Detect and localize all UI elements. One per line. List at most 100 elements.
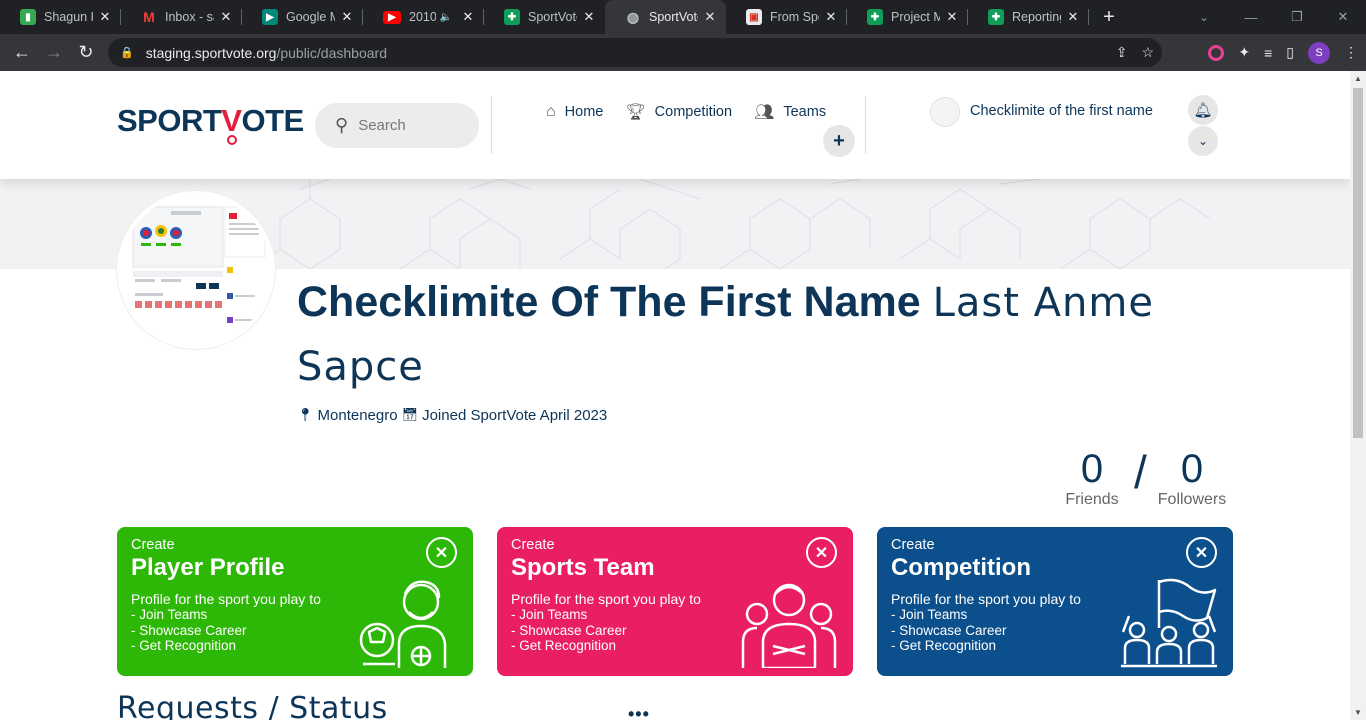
address-bar[interactable]: 🔒 staging.sportvote.org/public/dashboard… xyxy=(108,38,1162,67)
more-options-icon[interactable]: ••• xyxy=(628,704,650,720)
browser-tab[interactable]: ▶ 2010s 🔈 ✕ xyxy=(363,0,484,34)
team-group-icon xyxy=(741,583,837,668)
google-sheets-icon: ✚ xyxy=(867,9,883,25)
close-tab-icon[interactable]: ✕ xyxy=(823,9,839,25)
followers-label: Followers xyxy=(1157,491,1227,508)
create-sports-team-card[interactable]: Create Sports Team Profile for the sport… xyxy=(497,527,853,676)
minimize-icon[interactable]: — xyxy=(1228,0,1274,34)
site-header: SPORTVOTE ⚲ Search ⌂ Home 🏆︎ Competition… xyxy=(0,71,1350,179)
add-button[interactable]: + xyxy=(823,125,855,157)
nav-home[interactable]: ⌂ Home xyxy=(546,102,603,122)
browser-tab[interactable]: ✚ Reporting ✕ xyxy=(968,0,1089,34)
close-tab-icon[interactable]: ✕ xyxy=(581,9,597,25)
tab-label: Inbox - sa xyxy=(165,10,214,24)
tab-label: 2010s xyxy=(409,10,436,24)
window-controls: — ❐ ✕ xyxy=(1228,0,1366,34)
browser-tab-active[interactable]: ◍ SportVote ✕ xyxy=(605,0,726,34)
card-create-label: Create xyxy=(511,537,555,553)
close-tab-icon[interactable]: ✕ xyxy=(702,9,718,25)
notification-bell-icon[interactable]: 🔔︎ xyxy=(1188,95,1218,125)
calendar-icon: 📅︎ xyxy=(401,407,419,422)
close-icon[interactable]: ✕ xyxy=(1186,537,1217,568)
forward-icon[interactable]: → xyxy=(38,37,70,69)
profile-stats: 0 Friends / 0 Followers xyxy=(1057,446,1240,517)
page-viewport: SPORTVOTE ⚲ Search ⌂ Home 🏆︎ Competition… xyxy=(0,71,1350,720)
globe-icon: ◍ xyxy=(626,8,640,25)
lock-icon[interactable]: 🔒 xyxy=(120,46,134,59)
profile-location: Montenegro xyxy=(317,407,398,424)
search-placeholder: Search xyxy=(358,117,406,134)
url-host: staging.sportvote.org xyxy=(145,44,277,61)
browser-tab[interactable]: ▣ From Spor ✕ xyxy=(726,0,847,34)
soccer-player-icon xyxy=(359,580,447,668)
browser-tab[interactable]: ✚ Project Ma ✕ xyxy=(847,0,968,34)
close-icon[interactable]: ✕ xyxy=(426,537,457,568)
back-icon[interactable]: ← xyxy=(6,37,38,69)
map-pin-icon: 📍︎ xyxy=(297,407,314,422)
tab-search-icon[interactable]: ⌄ xyxy=(1192,0,1216,34)
browser-tab[interactable]: ✚ SportVote ✕ xyxy=(484,0,605,34)
close-tab-icon[interactable]: ✕ xyxy=(339,9,355,25)
google-chat-icon: ▮ xyxy=(20,9,36,25)
profile-avatar-image[interactable] xyxy=(117,191,275,349)
create-player-profile-card[interactable]: Create Player Profile Profile for the sp… xyxy=(117,527,473,676)
friends-count: 0 xyxy=(1080,447,1104,491)
speaker-icon[interactable]: 🔈 xyxy=(440,12,452,23)
share-icon[interactable]: ⇪ xyxy=(1116,44,1128,61)
browser-tab[interactable]: M Inbox - sa ✕ xyxy=(121,0,242,34)
requests-status-heading: Requests / Status xyxy=(117,691,388,720)
browser-tab-strip: ▮ Shagun Ku ✕ M Inbox - sa ✕ ▶ Google Me… xyxy=(0,0,1366,34)
divider xyxy=(865,96,866,154)
sportvote-logo[interactable]: SPORTVOTE xyxy=(117,103,304,145)
search-icon: ⚲ xyxy=(335,115,349,135)
page-scrollbar[interactable]: ▲ ▼ xyxy=(1350,71,1366,720)
tab-label: From Spor xyxy=(770,10,819,24)
friends-label: Friends xyxy=(1065,491,1119,508)
reload-icon[interactable]: ↻ xyxy=(70,37,102,69)
profile-first-name: Checklimite Of The First Name xyxy=(297,278,921,326)
close-window-icon[interactable]: ✕ xyxy=(1320,0,1366,34)
scroll-down-icon[interactable]: ▼ xyxy=(1350,708,1366,717)
friends-stat[interactable]: 0 Friends xyxy=(1057,447,1127,509)
tab-label: Project Ma xyxy=(891,10,940,24)
stats-divider: / xyxy=(1134,446,1147,498)
extensions-puzzle-icon[interactable]: ✦ xyxy=(1238,44,1250,61)
fans-flag-icon xyxy=(1121,578,1217,668)
close-tab-icon[interactable]: ✕ xyxy=(460,9,476,25)
browser-tab[interactable]: ▶ Google Me ✕ xyxy=(242,0,363,34)
close-tab-icon[interactable]: ✕ xyxy=(97,9,113,25)
youtube-icon: ▶ xyxy=(383,10,401,24)
media-queue-icon[interactable]: ≡ xyxy=(1264,45,1272,61)
nav-teams[interactable]: 👥︎ Teams xyxy=(754,102,826,122)
color-extension-icon[interactable] xyxy=(1208,44,1225,61)
chevron-down-icon[interactable]: ⌄ xyxy=(1188,126,1218,156)
profile-full-name: Checklimite Of The First Name Last Anme … xyxy=(297,271,1257,399)
trophy-icon: 🏆︎ xyxy=(625,104,646,121)
create-competition-card[interactable]: Create Competition Profile for the sport… xyxy=(877,527,1233,676)
restore-icon[interactable]: ❐ xyxy=(1274,0,1320,34)
nav-competition[interactable]: 🏆︎ Competition xyxy=(625,102,732,122)
followers-count: 0 xyxy=(1180,447,1204,491)
google-sheets-icon: ✚ xyxy=(504,9,520,25)
url-path: /public/dashboard xyxy=(276,44,387,61)
side-panel-icon[interactable]: ▯ xyxy=(1286,44,1294,61)
browser-menu-icon[interactable]: ⋮ xyxy=(1344,44,1358,61)
close-tab-icon[interactable]: ✕ xyxy=(944,9,960,25)
new-tab-button[interactable]: + xyxy=(1089,0,1129,34)
bookmark-star-icon[interactable]: ☆ xyxy=(1141,44,1154,61)
profile-meta: 📍︎ Montenegro 📅︎ Joined SportVote April … xyxy=(297,407,607,424)
browser-tab[interactable]: ▮ Shagun Ku ✕ xyxy=(0,0,121,34)
tab-label: Shagun Ku xyxy=(44,10,93,24)
followers-stat[interactable]: 0 Followers xyxy=(1157,447,1227,509)
gmail-icon: M xyxy=(143,9,155,25)
close-icon[interactable]: ✕ xyxy=(806,537,837,568)
profile-avatar[interactable]: S xyxy=(1308,41,1330,64)
user-name[interactable]: Checklimite of the first name xyxy=(970,103,1153,119)
search-input[interactable]: ⚲ Search xyxy=(315,103,479,148)
scrollbar-thumb[interactable] xyxy=(1353,88,1363,438)
close-tab-icon[interactable]: ✕ xyxy=(218,9,234,25)
user-avatar[interactable] xyxy=(930,97,960,127)
close-tab-icon[interactable]: ✕ xyxy=(1065,9,1081,25)
dashboard-screenshot-thumbnail xyxy=(121,195,271,345)
scroll-up-icon[interactable]: ▲ xyxy=(1350,74,1366,83)
